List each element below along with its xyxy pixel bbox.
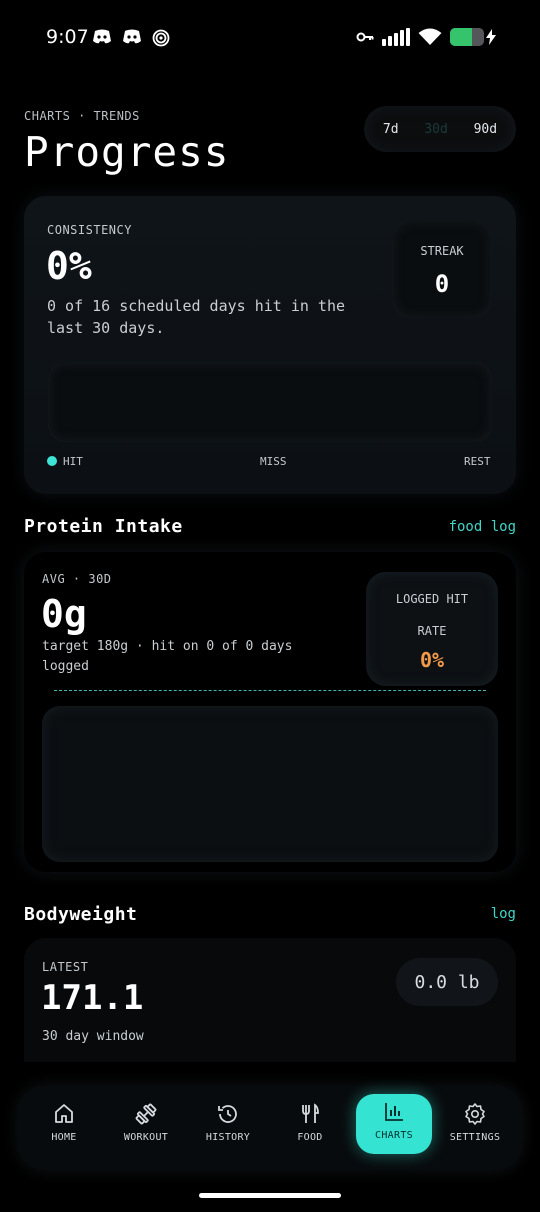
battery-icon [450, 28, 484, 46]
bottom-nav: HOME WORKOUT HISTORY FOOD CHARTS SETTING… [18, 1086, 522, 1170]
signal-icon [382, 28, 410, 46]
nav-item-settings[interactable]: SETTINGS [437, 1096, 513, 1156]
consistency-description: 0 of 16 scheduled days hit in the last 3… [47, 297, 346, 337]
nav-label-charts: CHARTS [375, 1130, 413, 1141]
food-log-link[interactable]: food log [449, 519, 516, 535]
wifi-icon [418, 28, 442, 45]
bodyweight-latest-label: LATEST [42, 960, 89, 974]
status-time: 9:07 [46, 26, 89, 48]
page-title: Progress [24, 128, 230, 176]
protein-section-title: Protein Intake [24, 516, 183, 537]
protein-description: target 180g · hit on 0 of 0 days logged [42, 639, 293, 674]
bodyweight-change-pill: 0.0 lb [396, 958, 498, 1006]
bodyweight-window: 30 day window [42, 1029, 144, 1044]
dumbbell-icon [135, 1103, 157, 1125]
legend-hit-label: HIT [63, 455, 83, 468]
bodyweight-card: LATEST 171.1 30 day window 0.0 lb [24, 938, 516, 1062]
legend-hit: HIT [47, 455, 83, 468]
page-eyebrow: CHARTS · TRENDS [24, 109, 140, 123]
bodyweight-section-title: Bodyweight [24, 904, 138, 925]
notification-icons [92, 29, 170, 47]
legend-rest: REST [464, 455, 491, 468]
consistency-card: CONSISTENCY 0% 0 of 16 scheduled days hi… [24, 196, 516, 494]
charging-bolt-icon [486, 29, 496, 45]
range-toggle: 7d 30d 90d [364, 106, 516, 152]
nav-item-workout[interactable]: WORKOUT [108, 1096, 184, 1156]
fork-knife-icon [302, 1103, 319, 1123]
gear-icon [465, 1103, 485, 1125]
nav-item-history[interactable]: HISTORY [190, 1096, 266, 1156]
streak-box: STREAK 0 [392, 220, 492, 318]
discord-icon [123, 29, 141, 44]
nav-label-history: HISTORY [205, 1132, 251, 1143]
rate-value: 0% [419, 648, 445, 672]
nav-label-workout: WORKOUT [123, 1132, 169, 1143]
nav-label-food: FOOD [297, 1132, 323, 1143]
range-option-90d[interactable]: 90d [466, 116, 505, 143]
protein-avg-label: AVG · 30D [42, 572, 112, 586]
bar-chart-icon [385, 1103, 403, 1121]
streak-value: 0 [434, 270, 450, 298]
range-option-7d[interactable]: 7d [375, 116, 407, 143]
bodyweight-latest-value: 171.1 [41, 978, 144, 1018]
key-icon [356, 32, 374, 42]
range-option-30d[interactable]: 30d [416, 116, 455, 143]
protein-chart [42, 706, 498, 862]
nav-item-charts[interactable]: CHARTS [356, 1094, 432, 1154]
streak-label: STREAK [420, 244, 464, 258]
battery-level [450, 28, 473, 46]
rate-label-logged-hit: LOGGED HIT [395, 592, 469, 606]
legend-hit-dot [47, 456, 57, 466]
history-icon [218, 1105, 237, 1123]
nav-item-home[interactable]: HOME [26, 1096, 102, 1156]
consistency-value: 0% [46, 244, 92, 288]
nav-label-home: HOME [51, 1132, 77, 1143]
home-icon [55, 1104, 73, 1123]
rate-label-rate: RATE [417, 624, 447, 638]
system-icons [356, 28, 496, 46]
spiral-app-icon [152, 29, 170, 47]
consistency-chart [48, 362, 492, 442]
protein-card: AVG · 30D 0g target 180g · hit on 0 of 0… [24, 552, 516, 872]
protein-avg-value: 0g [41, 592, 87, 636]
protein-target-line [54, 690, 486, 691]
bodyweight-log-link[interactable]: log [491, 906, 516, 922]
discord-icon [93, 29, 111, 44]
legend-miss: MISS [260, 455, 287, 468]
logged-hit-rate-box: LOGGED HIT RATE 0% [366, 572, 498, 686]
status-bar: 9:07 [0, 0, 540, 76]
nav-item-food[interactable]: FOOD [272, 1096, 348, 1156]
consistency-label: CONSISTENCY [47, 223, 132, 237]
home-indicator [199, 1193, 341, 1198]
nav-label-settings: SETTINGS [449, 1132, 501, 1143]
